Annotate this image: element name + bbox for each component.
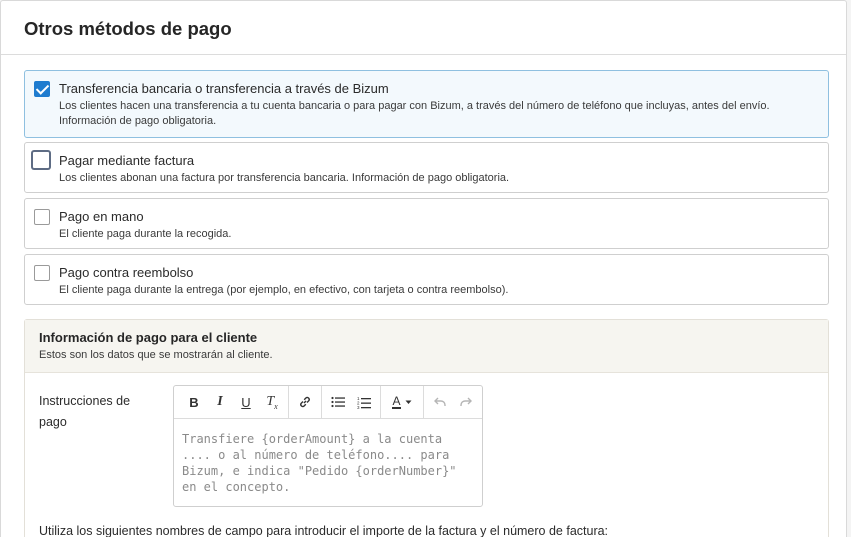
payment-instructions-label: Instrucciones de pago [39, 394, 131, 429]
option-bank-transfer[interactable]: Transferencia bancaria o transferencia a… [24, 70, 829, 138]
option-invoice[interactable]: Pagar mediante factura Los clientes abon… [24, 142, 829, 193]
option-cash-on-delivery[interactable]: Pago contra reembolso El cliente paga du… [24, 254, 829, 305]
format-group: B I U Tx [178, 385, 289, 419]
option-description: El cliente paga durante la entrega (por … [59, 284, 509, 296]
list-group: 1 2 3 [322, 385, 381, 419]
history-group [424, 386, 482, 419]
bullet-list-icon [331, 396, 345, 408]
option-description: Los clientes hacen una transferencia a t… [59, 100, 770, 127]
italic-button[interactable]: I [207, 389, 233, 415]
info-section-title: Información de pago para el cliente [39, 330, 258, 345]
editor-placeholder[interactable]: Transfiere {orderAmount} a la cuenta ...… [174, 419, 482, 495]
pay-in-person-checkbox[interactable] [34, 209, 50, 225]
option-title: Pago contra reembolso [59, 265, 194, 280]
clear-format-icon: Tx [266, 393, 278, 411]
color-group: A [381, 385, 424, 419]
info-section-subtitle: Estos son los datos que se mostrarán al … [39, 349, 273, 361]
bullet-list-button[interactable] [325, 389, 351, 415]
editor-toolbar: B I U Tx 1 2 3 A [174, 385, 482, 419]
payment-instructions-editor[interactable]: B I U Tx 1 2 3 A Transfiere {orderAmount… [173, 385, 483, 507]
option-pay-in-person[interactable]: Pago en mano El cliente paga durante la … [24, 198, 829, 249]
field-names-note: Utiliza los siguientes nombres de campo … [39, 524, 609, 537]
redo-icon [460, 397, 472, 406]
numbered-list-icon: 1 2 3 [357, 396, 371, 409]
link-button[interactable] [292, 389, 318, 415]
option-description: Los clientes abonan una factura por tran… [59, 172, 510, 184]
cash-on-delivery-checkbox[interactable] [34, 265, 50, 281]
bank-transfer-checkbox[interactable] [34, 81, 50, 97]
payment-methods-panel: Otros métodos de pago Transferencia banc… [0, 0, 847, 537]
text-color-icon: A [392, 394, 401, 409]
numbered-list-button[interactable]: 1 2 3 [351, 389, 377, 415]
bold-button[interactable]: B [181, 389, 207, 415]
info-section-header: Información de pago para el cliente Esto… [25, 320, 828, 373]
customer-payment-info-section: Información de pago para el cliente Esto… [24, 319, 829, 537]
panel-title: Otros métodos de pago [24, 18, 232, 39]
option-title: Pago en mano [59, 209, 144, 224]
text-color-button[interactable]: A [384, 389, 420, 415]
svg-text:3: 3 [357, 405, 360, 409]
invoice-checkbox[interactable] [32, 151, 50, 169]
underline-button[interactable]: U [233, 389, 259, 415]
link-group [289, 385, 322, 419]
undo-button[interactable] [427, 389, 453, 415]
clear-format-button[interactable]: Tx [259, 389, 285, 415]
panel-header: Otros métodos de pago [1, 1, 846, 55]
option-title: Transferencia bancaria o transferencia a… [59, 81, 389, 96]
undo-icon [434, 397, 446, 406]
chevron-down-icon [405, 400, 411, 404]
link-icon [300, 396, 310, 408]
option-description: El cliente paga durante la recogida. [59, 228, 232, 240]
redo-button[interactable] [453, 389, 479, 415]
option-title: Pagar mediante factura [59, 153, 195, 168]
